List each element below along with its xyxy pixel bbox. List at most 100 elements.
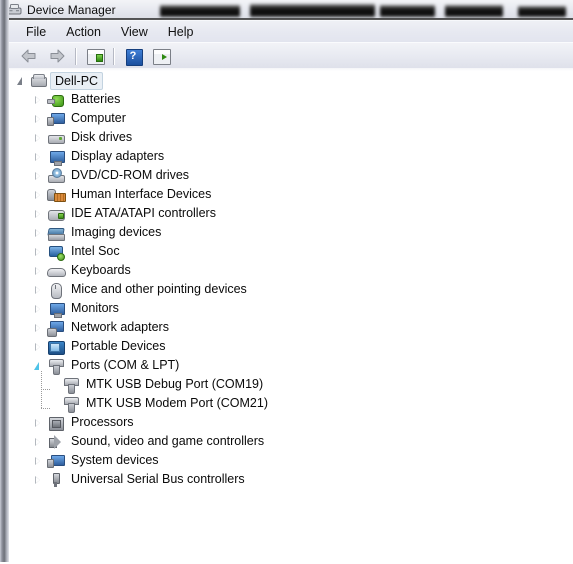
tree-item-label: DVD/CD-ROM drives xyxy=(71,168,190,182)
tree-item-display-adapters[interactable]: Display adapters xyxy=(9,147,573,166)
tree-item-universal-serial-bus-controllers[interactable]: Universal Serial Bus controllers xyxy=(9,470,573,489)
expand-toggle[interactable] xyxy=(33,299,47,318)
ide-controller-icon xyxy=(47,206,65,222)
expand-toggle[interactable] xyxy=(33,432,47,451)
help-button[interactable]: ? xyxy=(120,45,146,67)
expand-toggle[interactable] xyxy=(33,166,47,185)
tree-item-ports-com-lpt[interactable]: Ports (COM & LPT) xyxy=(9,356,573,375)
window-frame-left-edge xyxy=(0,0,9,562)
human-interface-device-icon xyxy=(47,187,66,203)
redacted-block xyxy=(518,6,566,17)
redacted-block xyxy=(445,5,503,17)
expand-toggle[interactable] xyxy=(33,413,47,432)
menu-help[interactable]: Help xyxy=(159,23,203,41)
tree-item-network-adapters[interactable]: Network adapters xyxy=(9,318,573,337)
tree-item-label: System devices xyxy=(71,453,159,467)
tree-item-label: Network adapters xyxy=(71,320,169,334)
tree-item-label: Universal Serial Bus controllers xyxy=(71,472,245,486)
expand-toggle-ports[interactable] xyxy=(33,356,47,375)
tree-item-label: Mice and other pointing devices xyxy=(71,282,247,296)
expand-toggle-root[interactable] xyxy=(16,71,30,90)
tree-item-ide-ata-atapi-controllers[interactable]: IDE ATA/ATAPI controllers xyxy=(9,204,573,223)
tree-item-portable-devices[interactable]: Portable Devices xyxy=(9,337,573,356)
expand-toggle[interactable] xyxy=(33,147,47,166)
menu-file[interactable]: File xyxy=(17,23,55,41)
triangle-collapsed-icon xyxy=(35,305,40,313)
tree-item-label: Monitors xyxy=(71,301,119,315)
tree-item-label: Human Interface Devices xyxy=(71,187,212,201)
expand-toggle[interactable] xyxy=(33,185,47,204)
menu-view[interactable]: View xyxy=(112,23,157,41)
tree-item-batteries[interactable]: Batteries xyxy=(9,90,573,109)
tree-item-mtk-usb-modem-port[interactable]: MTK USB Modem Port (COM21) xyxy=(9,394,573,413)
tree-item-label: MTK USB Modem Port (COM21) xyxy=(86,396,268,410)
scan-hardware-changes-button[interactable] xyxy=(148,45,174,67)
tree-item-label: Intel Soc xyxy=(71,244,120,258)
tree-item-label: Computer xyxy=(71,111,126,125)
triangle-collapsed-icon xyxy=(35,457,40,465)
forward-button[interactable] xyxy=(44,45,70,67)
tree-item-label: IDE ATA/ATAPI controllers xyxy=(71,206,216,220)
tree-item-computer[interactable]: Computer xyxy=(9,109,573,128)
back-button[interactable] xyxy=(16,45,42,67)
monitor-icon xyxy=(47,301,65,318)
expand-toggle[interactable] xyxy=(33,90,47,109)
tree-item-mice-and-other-pointing-devices[interactable]: Mice and other pointing devices xyxy=(9,280,573,299)
redacted-block xyxy=(160,5,240,17)
tree-item-dvd-cd-rom-drives[interactable]: DVD/CD-ROM drives xyxy=(9,166,573,185)
tree-item-sound-video-and-game-controllers[interactable]: Sound, video and game controllers xyxy=(9,432,573,451)
tree-item-intel-soc[interactable]: Intel Soc xyxy=(9,242,573,261)
tree-item-processors[interactable]: Processors xyxy=(9,413,573,432)
scan-hardware-icon xyxy=(153,49,171,65)
expand-toggle[interactable] xyxy=(33,280,47,299)
tree-item-dell-pc[interactable]: Dell-PC xyxy=(9,71,573,90)
expand-toggle[interactable] xyxy=(33,337,47,356)
tree-item-label: Display adapters xyxy=(71,149,165,163)
tree-item-disk-drives[interactable]: Disk drives xyxy=(9,128,573,147)
triangle-collapsed-icon xyxy=(35,343,40,351)
redacted-block xyxy=(250,4,375,17)
portable-device-icon xyxy=(47,339,65,355)
expand-toggle[interactable] xyxy=(33,318,47,337)
title-bar-content: Device Manager xyxy=(7,0,116,19)
imaging-device-icon xyxy=(47,225,65,241)
keyboard-icon xyxy=(47,263,66,279)
expand-toggle[interactable] xyxy=(33,451,47,470)
tree-item-label: Processors xyxy=(71,415,134,429)
expand-toggle[interactable] xyxy=(33,223,47,242)
tree-item-imaging-devices[interactable]: Imaging devices xyxy=(9,223,573,242)
properties-button[interactable] xyxy=(82,45,108,67)
tree-item-system-devices[interactable]: System devices xyxy=(9,451,573,470)
device-manager-window: Device Manager File Action View Help ? D… xyxy=(0,0,573,564)
expand-toggle[interactable] xyxy=(33,128,47,147)
triangle-collapsed-icon xyxy=(35,248,40,256)
triangle-collapsed-icon xyxy=(35,115,40,123)
expand-toggle[interactable] xyxy=(33,261,47,280)
expand-toggle[interactable] xyxy=(33,470,47,489)
expand-toggle[interactable] xyxy=(33,204,47,223)
triangle-collapsed-icon xyxy=(35,419,40,427)
tree-item-mtk-usb-debug-port[interactable]: MTK USB Debug Port (COM19) xyxy=(9,375,573,394)
triangle-collapsed-icon xyxy=(35,134,40,142)
help-question-icon: ? xyxy=(125,48,143,66)
device-manager-icon xyxy=(7,3,22,16)
triangle-collapsed-icon xyxy=(35,210,40,218)
expand-toggle[interactable] xyxy=(33,242,47,261)
tree-item-keyboards[interactable]: Keyboards xyxy=(9,261,573,280)
menu-bar: File Action View Help xyxy=(9,20,573,43)
back-arrow-icon xyxy=(20,48,38,64)
tree-item-human-interface-devices[interactable]: Human Interface Devices xyxy=(9,185,573,204)
menu-action[interactable]: Action xyxy=(57,23,110,41)
triangle-expanded-icon xyxy=(17,77,22,85)
expand-toggle[interactable] xyxy=(33,109,47,128)
title-bar: Device Manager xyxy=(0,0,573,19)
triangle-collapsed-icon xyxy=(35,267,40,275)
usb-controller-icon xyxy=(47,472,64,488)
device-tree-panel[interactable]: Dell-PC Batteries Computer Disk drives D… xyxy=(9,71,573,562)
window-title: Device Manager xyxy=(27,2,116,17)
port-connector-icon xyxy=(62,377,79,394)
toolbar: ? xyxy=(9,42,573,70)
tree-item-monitors[interactable]: Monitors xyxy=(9,299,573,318)
triangle-collapsed-icon xyxy=(35,476,40,484)
tree-item-label: Batteries xyxy=(71,92,121,106)
